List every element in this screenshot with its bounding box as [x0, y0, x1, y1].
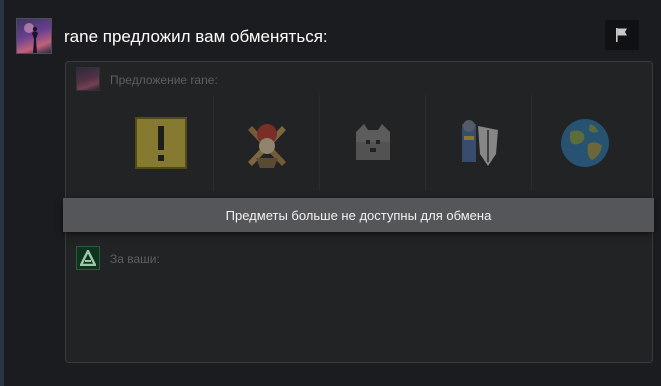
item-slot[interactable] — [108, 95, 214, 191]
items-unavailable-banner: Предметы больше не доступны для обмена — [63, 198, 654, 232]
flag-icon — [616, 28, 627, 42]
left-edge-strip — [0, 0, 4, 386]
globe-icon — [561, 119, 609, 167]
item-slot[interactable] — [214, 95, 320, 191]
knight-icon — [461, 120, 498, 166]
offerer-avatar-icon[interactable] — [76, 67, 100, 91]
dota-logo-icon — [76, 246, 100, 270]
item-slot[interactable] — [532, 95, 638, 191]
item-slot[interactable] — [320, 95, 426, 191]
trade-offer-title: rane предложил вам обменяться: — [64, 27, 328, 46]
offered-items-row — [108, 95, 640, 191]
exclamation-icon — [134, 117, 187, 169]
report-button[interactable] — [605, 20, 639, 50]
receive-section-label: За ваши: — [110, 252, 160, 266]
item-slot[interactable] — [426, 95, 532, 191]
user-avatar-icon[interactable] — [16, 18, 52, 54]
offer-section-label: Предложение rane: — [110, 73, 218, 87]
box-icon — [355, 124, 390, 160]
swords-icon — [247, 124, 286, 168]
